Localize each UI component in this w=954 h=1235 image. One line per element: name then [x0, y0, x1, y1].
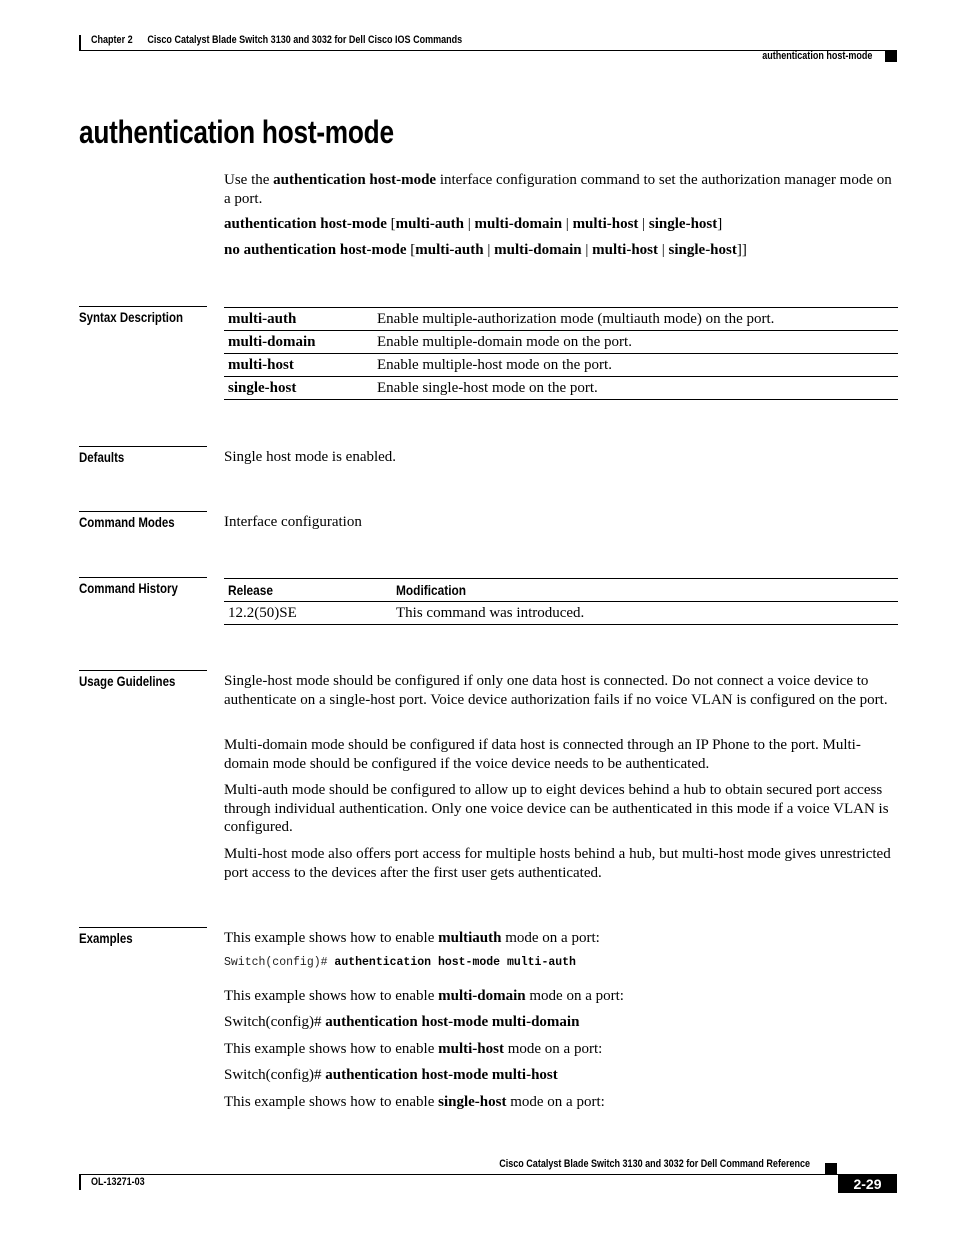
syntax-command: authentication host-mode: [224, 216, 387, 232]
syntax-line: authentication host-mode [multi-auth | m…: [224, 216, 722, 233]
syntax-option: single-host: [648, 216, 718, 232]
syntax-option: multi-domain: [494, 242, 582, 258]
code-prompt: Switch(config)#: [224, 1067, 326, 1083]
separator: |: [658, 242, 669, 258]
separator: |: [581, 242, 593, 258]
section-label-syntax-description: Syntax Description: [79, 306, 207, 325]
footer-book-title: Cisco Catalyst Blade Switch 3130 and 303…: [499, 1158, 810, 1170]
syntax-option: multi-domain: [474, 216, 563, 232]
modification-cell: This command was introduced.: [392, 601, 898, 625]
footer-doc-number: OL-13271-03: [91, 1176, 145, 1188]
footer-rule-vertical: [79, 1174, 81, 1190]
keyword-cell: multi-host: [224, 353, 373, 377]
command-modes-text: Interface configuration: [224, 514, 362, 530]
example-code: Switch(config)# authentication host-mode…: [224, 956, 576, 969]
section-label-examples: Examples: [79, 927, 207, 946]
description-cell: Enable multiple-authorization mode (mult…: [373, 307, 898, 331]
syntax-option: multi-host: [572, 216, 639, 232]
syntax-option: multi-auth: [395, 216, 465, 232]
example-description: This example shows how to enable multiau…: [224, 930, 600, 946]
example-description: This example shows how to enable single-…: [224, 1094, 605, 1110]
bracket-close: ]]: [736, 242, 747, 258]
usage-paragraph: Single-host mode should be configured if…: [224, 673, 888, 708]
example-mode: multi-domain: [438, 988, 526, 1004]
table-row: 12.2(50)SE This command was introduced.: [224, 601, 898, 625]
usage-paragraph: Multi-auth mode should be configured to …: [224, 782, 889, 835]
intro-paragraph: Use the authentication host-mode interfa…: [224, 171, 896, 208]
description-cell: Enable single-host mode on the port.: [373, 376, 898, 400]
code-command: authentication host-mode multi-domain: [325, 1014, 580, 1030]
keyword-cell: single-host: [224, 376, 373, 400]
code-prompt: Switch(config)#: [224, 1014, 326, 1030]
section-label-command-history: Command History: [79, 577, 207, 596]
bracket-open: [: [406, 242, 416, 258]
keyword-cell: multi-auth: [224, 307, 373, 331]
syntax-command: no authentication host-mode: [224, 242, 407, 258]
syntax-option: single-host: [668, 242, 737, 258]
usage-paragraph: Multi-domain mode should be configured i…: [224, 737, 861, 772]
example-description: This example shows how to enable multi-h…: [224, 1041, 603, 1057]
no-syntax-line: no authentication host-mode [multi-auth …: [224, 242, 747, 259]
example-code: Switch(config)# authentication host-mode…: [224, 1066, 898, 1085]
separator: |: [562, 216, 573, 232]
example-mode: multi-host: [438, 1041, 504, 1057]
code-command: authentication host-mode multi-host: [325, 1067, 558, 1083]
command-history-table: Release Modification 12.2(50)SE This com…: [224, 578, 898, 625]
table-row: multi-domain Enable multiple-domain mode …: [224, 330, 898, 354]
separator: |: [464, 216, 475, 232]
table-header-row: Release Modification: [224, 578, 898, 602]
example-code: Switch(config)# authentication host-mode…: [224, 1013, 898, 1032]
header-rule-vertical: [79, 35, 81, 51]
section-label-defaults: Defaults: [79, 446, 207, 465]
header-marker-block: [885, 50, 897, 62]
chapter-label: Chapter 2: [91, 34, 133, 46]
footer-rule: [79, 1174, 897, 1175]
table-row: multi-host Enable multiple-host mode on t…: [224, 353, 898, 377]
header-book-title: Cisco Catalyst Blade Switch 3130 and 303…: [147, 34, 463, 46]
separator: |: [638, 216, 649, 232]
column-header-release: Release: [224, 578, 392, 602]
intro-text: Use the: [224, 172, 274, 188]
syntax-description-table: multi-auth Enable multiple-authorization …: [224, 307, 898, 400]
example-mode: multiauth: [438, 930, 502, 946]
header-section: authentication host-mode: [761, 50, 872, 62]
column-header-modification: Modification: [392, 578, 898, 602]
keyword-cell: multi-domain: [224, 330, 373, 354]
bracket-open: [: [386, 216, 396, 232]
page-number: 2-29: [838, 1175, 897, 1193]
description-cell: Enable multiple-domain mode on the port.: [373, 330, 898, 354]
bracket-close: ]: [717, 216, 723, 232]
table-row: multi-auth Enable multiple-authorization …: [224, 307, 898, 331]
section-label-usage-guidelines: Usage Guidelines: [79, 670, 207, 689]
table-row: single-host Enable single-host mode on th…: [224, 376, 898, 400]
section-label-command-modes: Command Modes: [79, 511, 207, 530]
code-prompt: Switch(config)#: [224, 956, 335, 969]
defaults-text: Single host mode is enabled.: [224, 449, 397, 465]
page-title: authentication host-mode: [79, 114, 394, 150]
release-cell: 12.2(50)SE: [224, 601, 392, 625]
syntax-option: multi-auth: [415, 242, 484, 258]
separator: |: [483, 242, 495, 258]
example-description: This example shows how to enable multi-d…: [224, 988, 624, 1004]
description-cell: Enable multiple-host mode on the port.: [373, 353, 898, 377]
syntax-option: multi-host: [592, 242, 658, 258]
usage-paragraph: Multi-host mode also offers port access …: [224, 846, 891, 881]
example-mode: single-host: [438, 1094, 507, 1110]
intro-command: authentication host-mode: [273, 172, 437, 188]
header-chapter: Chapter 2 Cisco Catalyst Blade Switch 313…: [91, 34, 462, 46]
code-command: authentication host-mode multi-auth: [334, 956, 576, 969]
